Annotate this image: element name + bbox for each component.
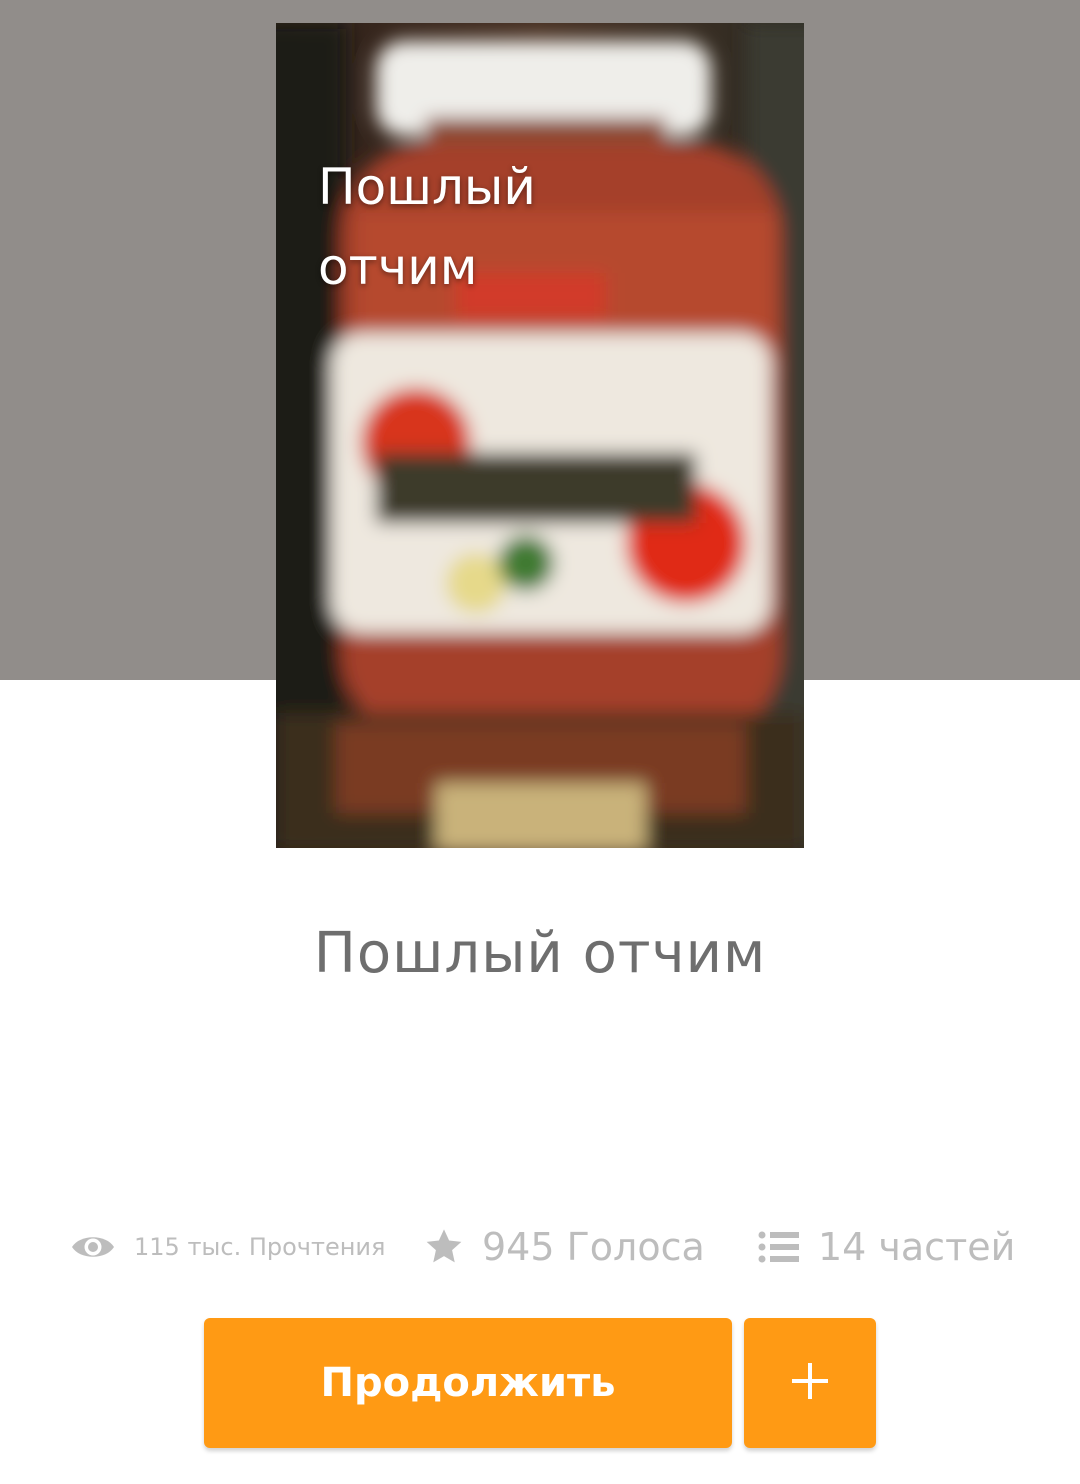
votes-stat: 945 Голоса	[424, 1212, 705, 1282]
continue-reading-button[interactable]: Продолжить	[204, 1318, 732, 1448]
parts-stat: 14 частей	[758, 1212, 1015, 1282]
list-icon	[758, 1230, 800, 1264]
parts-count: 14 частей	[818, 1225, 1016, 1269]
continue-reading-label: Продолжить	[320, 1360, 616, 1406]
story-cover[interactable]: Пошлый отчим	[276, 23, 804, 848]
star-icon	[424, 1228, 464, 1266]
plus-icon	[790, 1361, 830, 1405]
reads-stat: 115 тыс. Прочтения	[70, 1212, 385, 1282]
story-title: Пошлый отчим	[313, 921, 767, 986]
cover-title: Пошлый отчим	[318, 158, 536, 296]
votes-count: 945 Голоса	[482, 1225, 705, 1269]
eye-icon	[70, 1232, 116, 1262]
story-stats: 115 тыс. Прочтения 945 Голоса 14 частей	[0, 1212, 1080, 1282]
story-details-screen: Пошлый отчим Пошлый отчим 115 тыс. Прочт…	[0, 0, 1080, 1484]
reads-count: 115 тыс. Прочтения	[134, 1233, 386, 1261]
add-to-library-button[interactable]	[744, 1318, 876, 1448]
